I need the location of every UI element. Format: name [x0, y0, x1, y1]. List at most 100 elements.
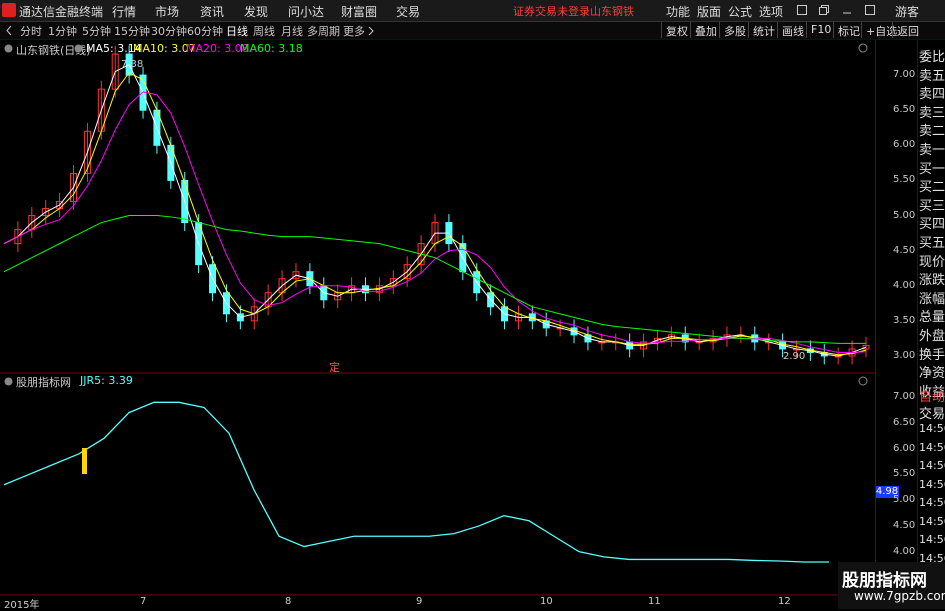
menu-wealth[interactable]: 财富圈 [341, 3, 377, 20]
x-tick-label: 9 [416, 596, 423, 607]
ma10-line [3, 72, 867, 356]
period-tab[interactable]: 60分钟 [187, 23, 223, 39]
legend-toggle-icon[interactable] [4, 44, 13, 53]
sub-y-tick-label: 6.00 [893, 442, 916, 454]
quote-field-label: 卖五 [919, 68, 945, 84]
y-tick-label: 7.00 [893, 69, 916, 81]
period-tab[interactable]: 日线 [226, 23, 248, 39]
quote-field-label: 总量 [919, 310, 945, 326]
quote-field-label: 换手 [919, 347, 945, 363]
quote-field-label: 买三 [919, 198, 945, 214]
x-tick-label: 8 [285, 596, 292, 607]
signal-bar [82, 448, 87, 474]
quote-field-label: 卖三 [919, 105, 945, 121]
period-tab[interactable]: 更多 [343, 23, 365, 39]
app-title: 通达信金融终端 [19, 5, 104, 19]
period-tab[interactable]: 月线 [281, 23, 303, 39]
sub-legend-icon[interactable] [4, 377, 13, 386]
sub-settings-icon[interactable] [858, 376, 868, 386]
restore-icon[interactable] [819, 5, 829, 15]
ma60-legend: MA60: 3.18 [240, 42, 303, 55]
period-tab[interactable]: 多周期 [307, 23, 340, 39]
trade-time: 14:56 [919, 533, 945, 546]
mark-label: 定 [329, 361, 340, 374]
x-tick-label: 10 [540, 596, 553, 607]
menu-news[interactable]: 资讯 [200, 3, 224, 20]
grid-icon[interactable] [797, 5, 807, 15]
quote-field-label: 净资 [919, 366, 945, 382]
high-price-label: 7.38 [121, 59, 144, 70]
y-tick-label: 3.00 [893, 349, 916, 361]
trade-time: 14:56 [919, 514, 945, 528]
menu-function[interactable]: 功能 [666, 3, 690, 20]
period-tab[interactable]: 15分钟 [114, 23, 150, 39]
btn-fuquan[interactable]: 复权 [661, 22, 692, 38]
y-tick-label: 4.50 [893, 244, 916, 256]
trade-time: 14:56 [919, 477, 945, 491]
jjr5-legend: JJR5: 3.39 [80, 374, 133, 387]
chevron-left-icon[interactable] [4, 25, 14, 36]
menu-market[interactable]: 市场 [155, 3, 179, 20]
period-tab[interactable]: 分时 [20, 23, 42, 39]
low-price-label: 2.90 [783, 351, 806, 362]
period-tab[interactable]: 周线 [253, 23, 275, 39]
y-tick-label: 6.50 [893, 104, 916, 116]
indicator-legend: 股朋指标网 [16, 376, 71, 389]
menu-layout[interactable]: 版面 [697, 3, 721, 20]
btn-stats[interactable]: 统计 [748, 22, 779, 38]
current-stock[interactable]: 山东钢铁 [590, 3, 634, 19]
quote-field-label: 买四 [919, 217, 945, 233]
btn-multi[interactable]: 多股 [719, 22, 750, 38]
jjr5-line [3, 401, 829, 563]
btn-overlay[interactable]: 叠加 [690, 22, 721, 38]
quote-field-label: 外盘 [919, 329, 945, 344]
quote-field-label: 卖四 [919, 87, 945, 103]
legend-dropdown-icon[interactable] [74, 44, 83, 53]
quote-field-label: 涨跌 [919, 273, 945, 289]
sub-y-tick-label: 4.50 [893, 519, 916, 531]
watermark-url: www.7gpzb.com [854, 589, 945, 603]
btn-f10[interactable]: F10 [806, 22, 835, 38]
y-tick-label: 6.00 [893, 139, 916, 151]
x-tick-label: 11 [648, 596, 661, 607]
sub-y-tick-label: 6.50 [893, 416, 916, 428]
quote-field-label: 卖二 [919, 124, 945, 140]
trade-time: 14:56 [919, 422, 945, 435]
quote-field-label: 买五 [919, 236, 945, 251]
trade-status[interactable]: 证券交易未登录 [513, 3, 590, 19]
quote-field-label: 买二 [919, 180, 945, 196]
menu-market-quotes[interactable]: 行情 [112, 3, 136, 20]
y-tick-label: 4.00 [893, 279, 916, 291]
y-tick-label: 3.50 [893, 314, 916, 326]
quote-field-label: 现价 [919, 254, 945, 270]
btn-mark[interactable]: 标记 [833, 22, 864, 38]
window-icon[interactable] [865, 5, 875, 15]
quote-field-label: 买一 [919, 161, 945, 177]
minimize-icon[interactable] [842, 5, 852, 15]
y-tick-label: 5.50 [893, 174, 916, 186]
btn-draw[interactable]: 画线 [777, 22, 808, 38]
menu-ask[interactable]: 问小达 [288, 3, 324, 20]
y-tick-label: 5.00 [893, 209, 916, 221]
user-label[interactable]: 游客 [895, 3, 919, 20]
ma5-line [3, 63, 867, 357]
menu-discover[interactable]: 发现 [244, 3, 268, 20]
quote-field-label: 委比 [919, 50, 945, 65]
x-tick-label: 12 [778, 596, 791, 607]
menu-options[interactable]: 选项 [759, 3, 783, 20]
chevron-right-icon[interactable] [367, 26, 375, 36]
quote-field-label: 涨幅 [919, 291, 945, 307]
menu-trade[interactable]: 交易 [396, 3, 420, 20]
menu-formula[interactable]: 公式 [728, 3, 752, 20]
period-tab[interactable]: 5分钟 [82, 23, 111, 39]
period-tab[interactable]: 30分钟 [151, 23, 187, 39]
trade-time: 14:56 [919, 440, 945, 454]
period-tab[interactable]: 1分钟 [48, 23, 77, 39]
btn-back[interactable]: 返回 [892, 22, 923, 38]
sub-y-tick-label: 7.00 [893, 391, 916, 403]
sub-y-tick-label: 5.00 [893, 494, 916, 506]
quote-field-label: 卖一 [919, 143, 945, 158]
kline-chart[interactable] [0, 40, 875, 608]
trade-tab[interactable]: 交易 [919, 403, 945, 422]
settings-icon[interactable] [858, 43, 868, 53]
